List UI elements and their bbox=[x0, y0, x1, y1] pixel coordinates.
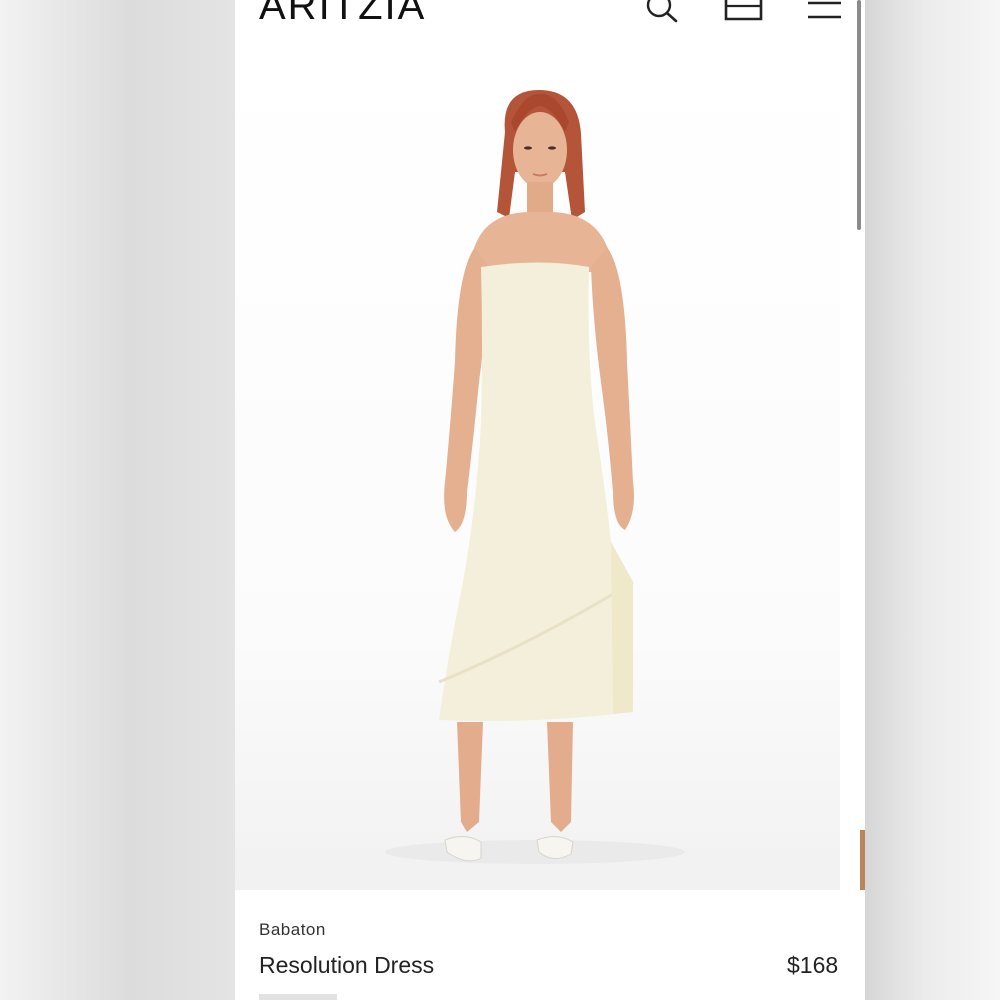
menu-icon[interactable] bbox=[805, 0, 845, 24]
background-right bbox=[865, 0, 1000, 1000]
product-page: ARITZIA Babaton Resolution Dress $168 bbox=[235, 0, 865, 1000]
product-image[interactable] bbox=[235, 62, 840, 890]
background-left bbox=[0, 0, 235, 1000]
next-image-peek[interactable] bbox=[860, 830, 865, 890]
scrollbar[interactable] bbox=[857, 0, 861, 230]
product-brand[interactable]: Babaton bbox=[259, 920, 326, 940]
search-icon[interactable] bbox=[643, 0, 683, 30]
site-header: ARITZIA bbox=[235, 0, 865, 40]
product-price: $168 bbox=[787, 952, 839, 978]
bag-icon[interactable] bbox=[723, 0, 767, 24]
brand-logo[interactable]: ARITZIA bbox=[259, 0, 426, 26]
product-name[interactable]: Resolution Dress bbox=[259, 952, 434, 979]
color-swatch[interactable] bbox=[259, 994, 337, 1000]
